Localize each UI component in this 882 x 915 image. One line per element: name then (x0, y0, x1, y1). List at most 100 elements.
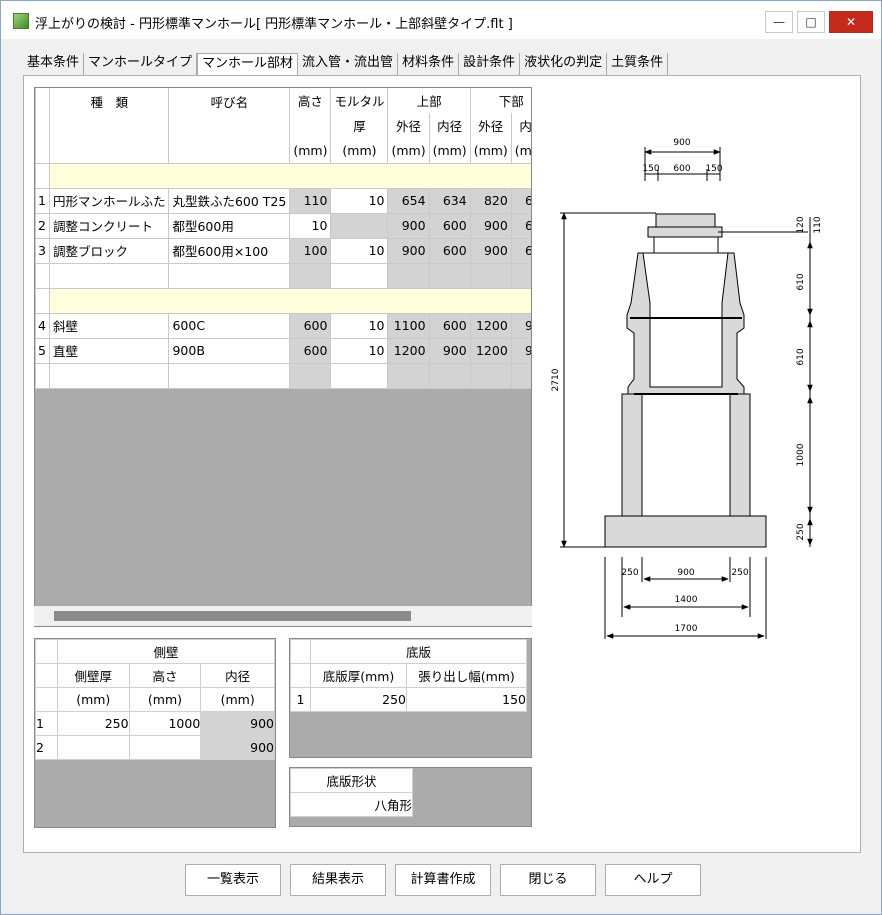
header-lower: 下部 (469, 88, 531, 113)
header-type: 種 類 (48, 88, 170, 163)
table-row-empty[interactable] (35, 262, 531, 289)
cell-name[interactable]: 900B (168, 337, 291, 364)
cell-wall-inner: 900 (200, 735, 275, 760)
unit-label: (mm) (330, 138, 389, 163)
unit-label: (mm) (469, 138, 512, 163)
dim-label: 150 (642, 164, 659, 174)
tab-liquefaction[interactable]: 液状化の判定 (520, 53, 608, 75)
base-shape-grid[interactable]: 底版形状 八角形 (289, 767, 532, 827)
table-row[interactable]: 1 250 1000 900 (35, 711, 275, 736)
cell-upper-id: 634 (428, 187, 471, 214)
report-button[interactable]: 計算書作成 (395, 864, 491, 896)
cell-name[interactable]: 600C (168, 312, 291, 339)
cell-wall-height[interactable] (128, 735, 202, 760)
dim-label: 900 (677, 568, 694, 578)
cell-mortar[interactable]: 10 (330, 337, 389, 364)
cell-upper-od: 1100 (387, 312, 430, 339)
cell-type[interactable]: 円形マンホールふた (48, 187, 170, 214)
cell-lower-id: 600 (510, 237, 531, 264)
scrollbar-thumb[interactable] (54, 611, 411, 621)
window-title: 浮上がりの検討 - 円形標準マンホール[ 円形標準マンホール・上部斜壁タイプ.f… (35, 17, 513, 32)
row-number: 2 (35, 735, 58, 760)
cell-upper-id: 600 (428, 237, 471, 264)
cell-base-overhang[interactable]: 150 (406, 687, 527, 712)
header-name: 呼び名 (168, 88, 291, 163)
cell-name[interactable]: 丸型鉄ふた600 T25 (168, 187, 291, 214)
minimize-button[interactable]: — (765, 11, 793, 33)
app-check-icon (13, 13, 29, 29)
unit-label: (mm) (510, 138, 531, 163)
tab-manhole-members[interactable]: マンホール部材 (197, 53, 299, 76)
base-slab-grid[interactable]: 底版 底版厚(mm) 張り出し幅(mm) 1 250 150 (289, 638, 532, 758)
manhole-section-diagram: 900 150 600 150 120 110 610 610 1000 250… (551, 138, 823, 639)
cell-type[interactable]: 調整ブロック (48, 237, 170, 264)
dim-label: 250 (796, 523, 806, 540)
close-dialog-button[interactable]: 閉じる (500, 864, 596, 896)
side-wall-title: 側壁 (56, 639, 276, 664)
cell-type[interactable]: 直壁 (48, 337, 170, 364)
table-row[interactable]: 3 調整ブロック 都型600用×100 100 10 900 600 900 6… (35, 237, 531, 264)
table-row[interactable]: 1 円形マンホールふた 丸型鉄ふた600 T25 110 10 654 634 … (35, 187, 531, 214)
tab-manhole-type[interactable]: マンホールタイプ (84, 53, 198, 75)
cell-name[interactable]: 都型600用 (168, 212, 291, 239)
tab-design-conditions[interactable]: 設計条件 (459, 53, 521, 75)
table-row-empty[interactable] (35, 362, 531, 389)
cell-height[interactable]: 10 (289, 212, 332, 239)
group-separator-row (35, 162, 531, 189)
help-button[interactable]: ヘルプ (605, 864, 701, 896)
row-number: 3 (35, 237, 50, 264)
cell-mortar[interactable]: 10 (330, 237, 389, 264)
cell-mortar (330, 212, 389, 239)
cell-type[interactable]: 調整コンクリート (48, 212, 170, 239)
cell-upper-od: 900 (387, 237, 430, 264)
cell-mortar[interactable]: 10 (330, 187, 389, 214)
horizontal-scrollbar[interactable] (34, 606, 532, 626)
close-button[interactable]: ✕ (829, 11, 873, 33)
title-bar: 浮上がりの検討 - 円形標準マンホール[ 円形標準マンホール・上部斜壁タイプ.f… (1, 1, 881, 39)
base-title: 底版 (310, 639, 527, 664)
row-number: 1 (290, 687, 311, 712)
table-row[interactable]: 4 斜壁 600C 600 10 1100 600 1200 900 (35, 312, 531, 339)
dim-label: 2710 (551, 368, 561, 391)
tab-material-conditions[interactable]: 材料条件 (398, 53, 460, 75)
tab-pipes[interactable]: 流入管・流出管 (298, 53, 399, 75)
tab-basic-conditions[interactable]: 基本条件 (23, 53, 85, 75)
table-row[interactable]: 1 250 150 (290, 687, 527, 712)
results-button[interactable]: 結果表示 (290, 864, 386, 896)
cell-upper-od: 1200 (387, 337, 430, 364)
unit-label: (mm) (387, 138, 430, 163)
maximize-button[interactable]: □ (797, 11, 825, 33)
cell-lower-id: 600 (510, 187, 531, 214)
cell-wall-height[interactable]: 1000 (128, 711, 202, 736)
dim-label: 110 (813, 216, 823, 233)
cell-wall-thickness[interactable] (56, 735, 130, 760)
cell-lower-od: 820 (469, 187, 512, 214)
cell-wall-thickness[interactable]: 250 (56, 711, 130, 736)
header-upper-id: 内径 (428, 113, 471, 138)
header-lower-od: 外径 (469, 113, 512, 138)
base-shape-title: 底版形状 (290, 768, 413, 793)
dim-label: 900 (673, 138, 690, 148)
unit-label: (mm) (56, 687, 130, 712)
base-shape-select[interactable]: 八角形 (290, 792, 413, 817)
cell-base-thickness[interactable]: 250 (310, 687, 407, 712)
cell-name[interactable]: 都型600用×100 (168, 237, 291, 264)
dim-label: 250 (731, 568, 748, 578)
dim-label: 150 (705, 164, 722, 174)
header-wall-inner: 内径 (200, 663, 275, 688)
cell-mortar[interactable]: 10 (330, 312, 389, 339)
header-base-overhang: 張り出し幅(mm) (406, 663, 527, 688)
side-wall-grid[interactable]: 側壁 側壁厚 高さ 内径 (mm) (mm) (mm) 1 250 1000 9… (34, 638, 276, 828)
dim-label: 120 (796, 216, 806, 233)
table-row[interactable]: 5 直壁 900B 600 10 1200 900 1200 900 (35, 337, 531, 364)
unit-label: (mm) (200, 687, 275, 712)
cell-type[interactable]: 斜壁 (48, 312, 170, 339)
table-row[interactable]: 2 調整コンクリート 都型600用 10 900 600 900 600 (35, 212, 531, 239)
tab-soil-conditions[interactable]: 土質条件 (607, 53, 669, 75)
members-grid[interactable]: 種 類 呼び名 高さ モルタル 上部 下部 厚 外径 内径 外径 内径 (mm)… (34, 87, 532, 627)
header-height: 高さ (289, 88, 332, 113)
list-view-button[interactable]: 一覧表示 (185, 864, 281, 896)
dim-label: 610 (796, 348, 806, 365)
cell-lower-id: 900 (510, 337, 531, 364)
table-row[interactable]: 2 900 (35, 735, 275, 760)
